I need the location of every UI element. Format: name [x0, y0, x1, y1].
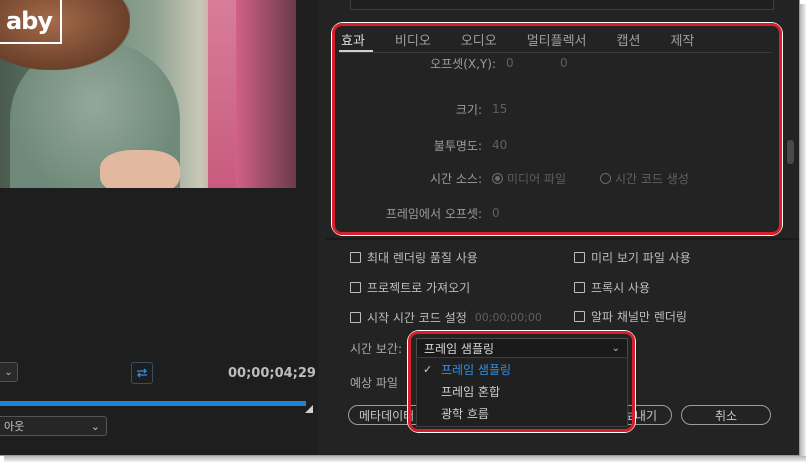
top-field — [350, 0, 774, 10]
tab-divider — [339, 52, 771, 53]
offset-row: 오프셋(X,Y): 0 0 — [422, 54, 568, 72]
use-proxies-checkbox[interactable] — [574, 282, 585, 293]
media-file-label: 미디어 파일 — [507, 171, 567, 186]
time-interpolation-menu: ✓ 프레임 샘플링 프레임 혼합 광학 흐름 — [416, 357, 628, 427]
time-interpolation-label: 시간 보간: — [350, 342, 403, 356]
media-file-radio[interactable] — [492, 172, 503, 184]
offset-x-value[interactable]: 0 — [506, 56, 560, 70]
timecode-display[interactable]: 00;00;04;29 — [228, 366, 316, 381]
frame-offset-row: 프레임에서 오프셋: 0 — [330, 204, 500, 222]
estimated-file-size-label: 예상 파일 — [350, 376, 398, 390]
chevron-down-icon: ⌄ — [90, 419, 100, 433]
tab-bar: 효과 비디오 오디오 멀티플렉서 캡션 제작 — [339, 30, 722, 52]
tab-multiplexer[interactable]: 멀티플렉서 — [525, 30, 595, 52]
source-range-label: 아웃 — [4, 420, 25, 433]
opacity-value[interactable]: 40 — [492, 138, 507, 152]
offset-label: 오프셋(X,Y): — [430, 56, 496, 71]
size-value[interactable]: 15 — [492, 102, 507, 116]
tab-effects[interactable]: 효과 — [339, 30, 373, 52]
max-render-quality-option[interactable]: 최대 렌더링 품질 사용 — [350, 249, 478, 266]
use-previews-label: 미리 보기 파일 사용 — [591, 251, 691, 265]
start-timecode-option[interactable]: 시작 시간 코드 설정 00;00;00;00 — [350, 309, 542, 326]
time-source-row: 시간 소스: 미디어 파일 시간 코드 생성 — [330, 169, 689, 187]
video-preview: aby — [0, 0, 296, 188]
use-proxies-label: 프록시 사용 — [591, 281, 651, 295]
checkmark-icon: ✓ — [423, 362, 433, 376]
export-settings-window: aby ⌄ 00;00;04;29 아웃 ⌄ 효과 비디오 오디오 멀티플렉서 … — [0, 0, 800, 456]
opacity-row: 불투명도: 40 — [330, 136, 508, 154]
frame-offset-label: 프레임에서 오프셋: — [385, 206, 482, 221]
window-shadow — [4, 456, 806, 462]
menu-item-frame-sampling[interactable]: ✓ 프레임 샘플링 — [417, 359, 627, 379]
offset-y-value[interactable]: 0 — [560, 56, 568, 70]
import-into-project-checkbox[interactable] — [350, 282, 361, 293]
generate-timecode-label: 시간 코드 생성 — [615, 171, 689, 186]
use-previews-checkbox[interactable] — [574, 252, 585, 263]
menu-item-label: 광학 흐름 — [441, 406, 489, 421]
render-alpha-label: 알파 채널만 렌더링 — [591, 310, 687, 324]
max-render-quality-label: 최대 렌더링 품질 사용 — [367, 251, 478, 265]
out-point-marker[interactable] — [305, 405, 313, 413]
time-source-label: 시간 소스: — [429, 171, 482, 186]
generate-timecode-radio[interactable] — [600, 172, 612, 184]
opacity-label: 불투명도: — [433, 138, 482, 153]
loop-icon — [137, 368, 147, 378]
chevron-down-icon: ⌄ — [611, 342, 620, 354]
tab-video[interactable]: 비디오 — [393, 30, 439, 52]
use-proxies-option[interactable]: 프록시 사용 — [574, 279, 650, 296]
time-interpolation-select[interactable]: 프레임 샘플링 ⌄ — [416, 338, 628, 358]
effects-scrollbar[interactable] — [787, 140, 794, 164]
source-range-dropdown[interactable]: 아웃 ⌄ — [0, 416, 107, 436]
cancel-button[interactable]: 취소 — [681, 405, 771, 425]
start-timecode-checkbox[interactable] — [350, 312, 361, 323]
panel-divider — [326, 238, 799, 240]
start-timecode-label: 시작 시간 코드 설정 — [367, 311, 467, 325]
effects-list: 오프셋(X,Y): 0 0 크기: 15 불투명도: 40 시간 소스: 미디어… — [330, 54, 778, 230]
metadata-button-label: 메타데이터 — [359, 408, 415, 423]
window-shadow — [800, 4, 806, 460]
watermark-logo: aby — [0, 0, 62, 44]
render-alpha-option[interactable]: 알파 채널만 렌더링 — [574, 308, 687, 325]
import-into-project-option[interactable]: 프로젝트로 가져오기 — [350, 279, 470, 296]
cancel-button-label: 취소 — [714, 408, 738, 423]
render-alpha-checkbox[interactable] — [574, 311, 585, 322]
time-interpolation-value: 프레임 샘플링 — [424, 341, 495, 356]
start-timecode-value[interactable]: 00;00;00;00 — [475, 311, 542, 324]
size-label: 크기: — [455, 102, 482, 117]
size-row: 크기: 15 — [330, 100, 507, 118]
max-render-quality-checkbox[interactable] — [350, 252, 361, 263]
logo-text: aby — [5, 7, 53, 35]
zoom-dropdown[interactable]: ⌄ — [0, 362, 18, 382]
preview-pane: aby ⌄ 00;00;04;29 아웃 ⌄ — [0, 0, 318, 455]
use-previews-option[interactable]: 미리 보기 파일 사용 — [574, 249, 691, 266]
chevron-down-icon: ⌄ — [4, 366, 13, 378]
menu-item-label: 프레임 혼합 — [441, 384, 501, 399]
frame-offset-value[interactable]: 0 — [492, 206, 500, 220]
tab-publish[interactable]: 제작 — [668, 30, 702, 52]
menu-item-frame-blending[interactable]: 프레임 혼합 — [417, 381, 627, 401]
menu-item-optical-flow[interactable]: 광학 흐름 — [417, 403, 627, 423]
import-into-project-label: 프로젝트로 가져오기 — [367, 281, 471, 295]
tab-captions[interactable]: 캡션 — [615, 30, 649, 52]
menu-item-label: 프레임 샘플링 — [441, 362, 512, 377]
scrub-bar[interactable] — [0, 401, 306, 406]
tab-audio[interactable]: 오디오 — [459, 30, 505, 52]
loop-button[interactable] — [131, 362, 153, 384]
